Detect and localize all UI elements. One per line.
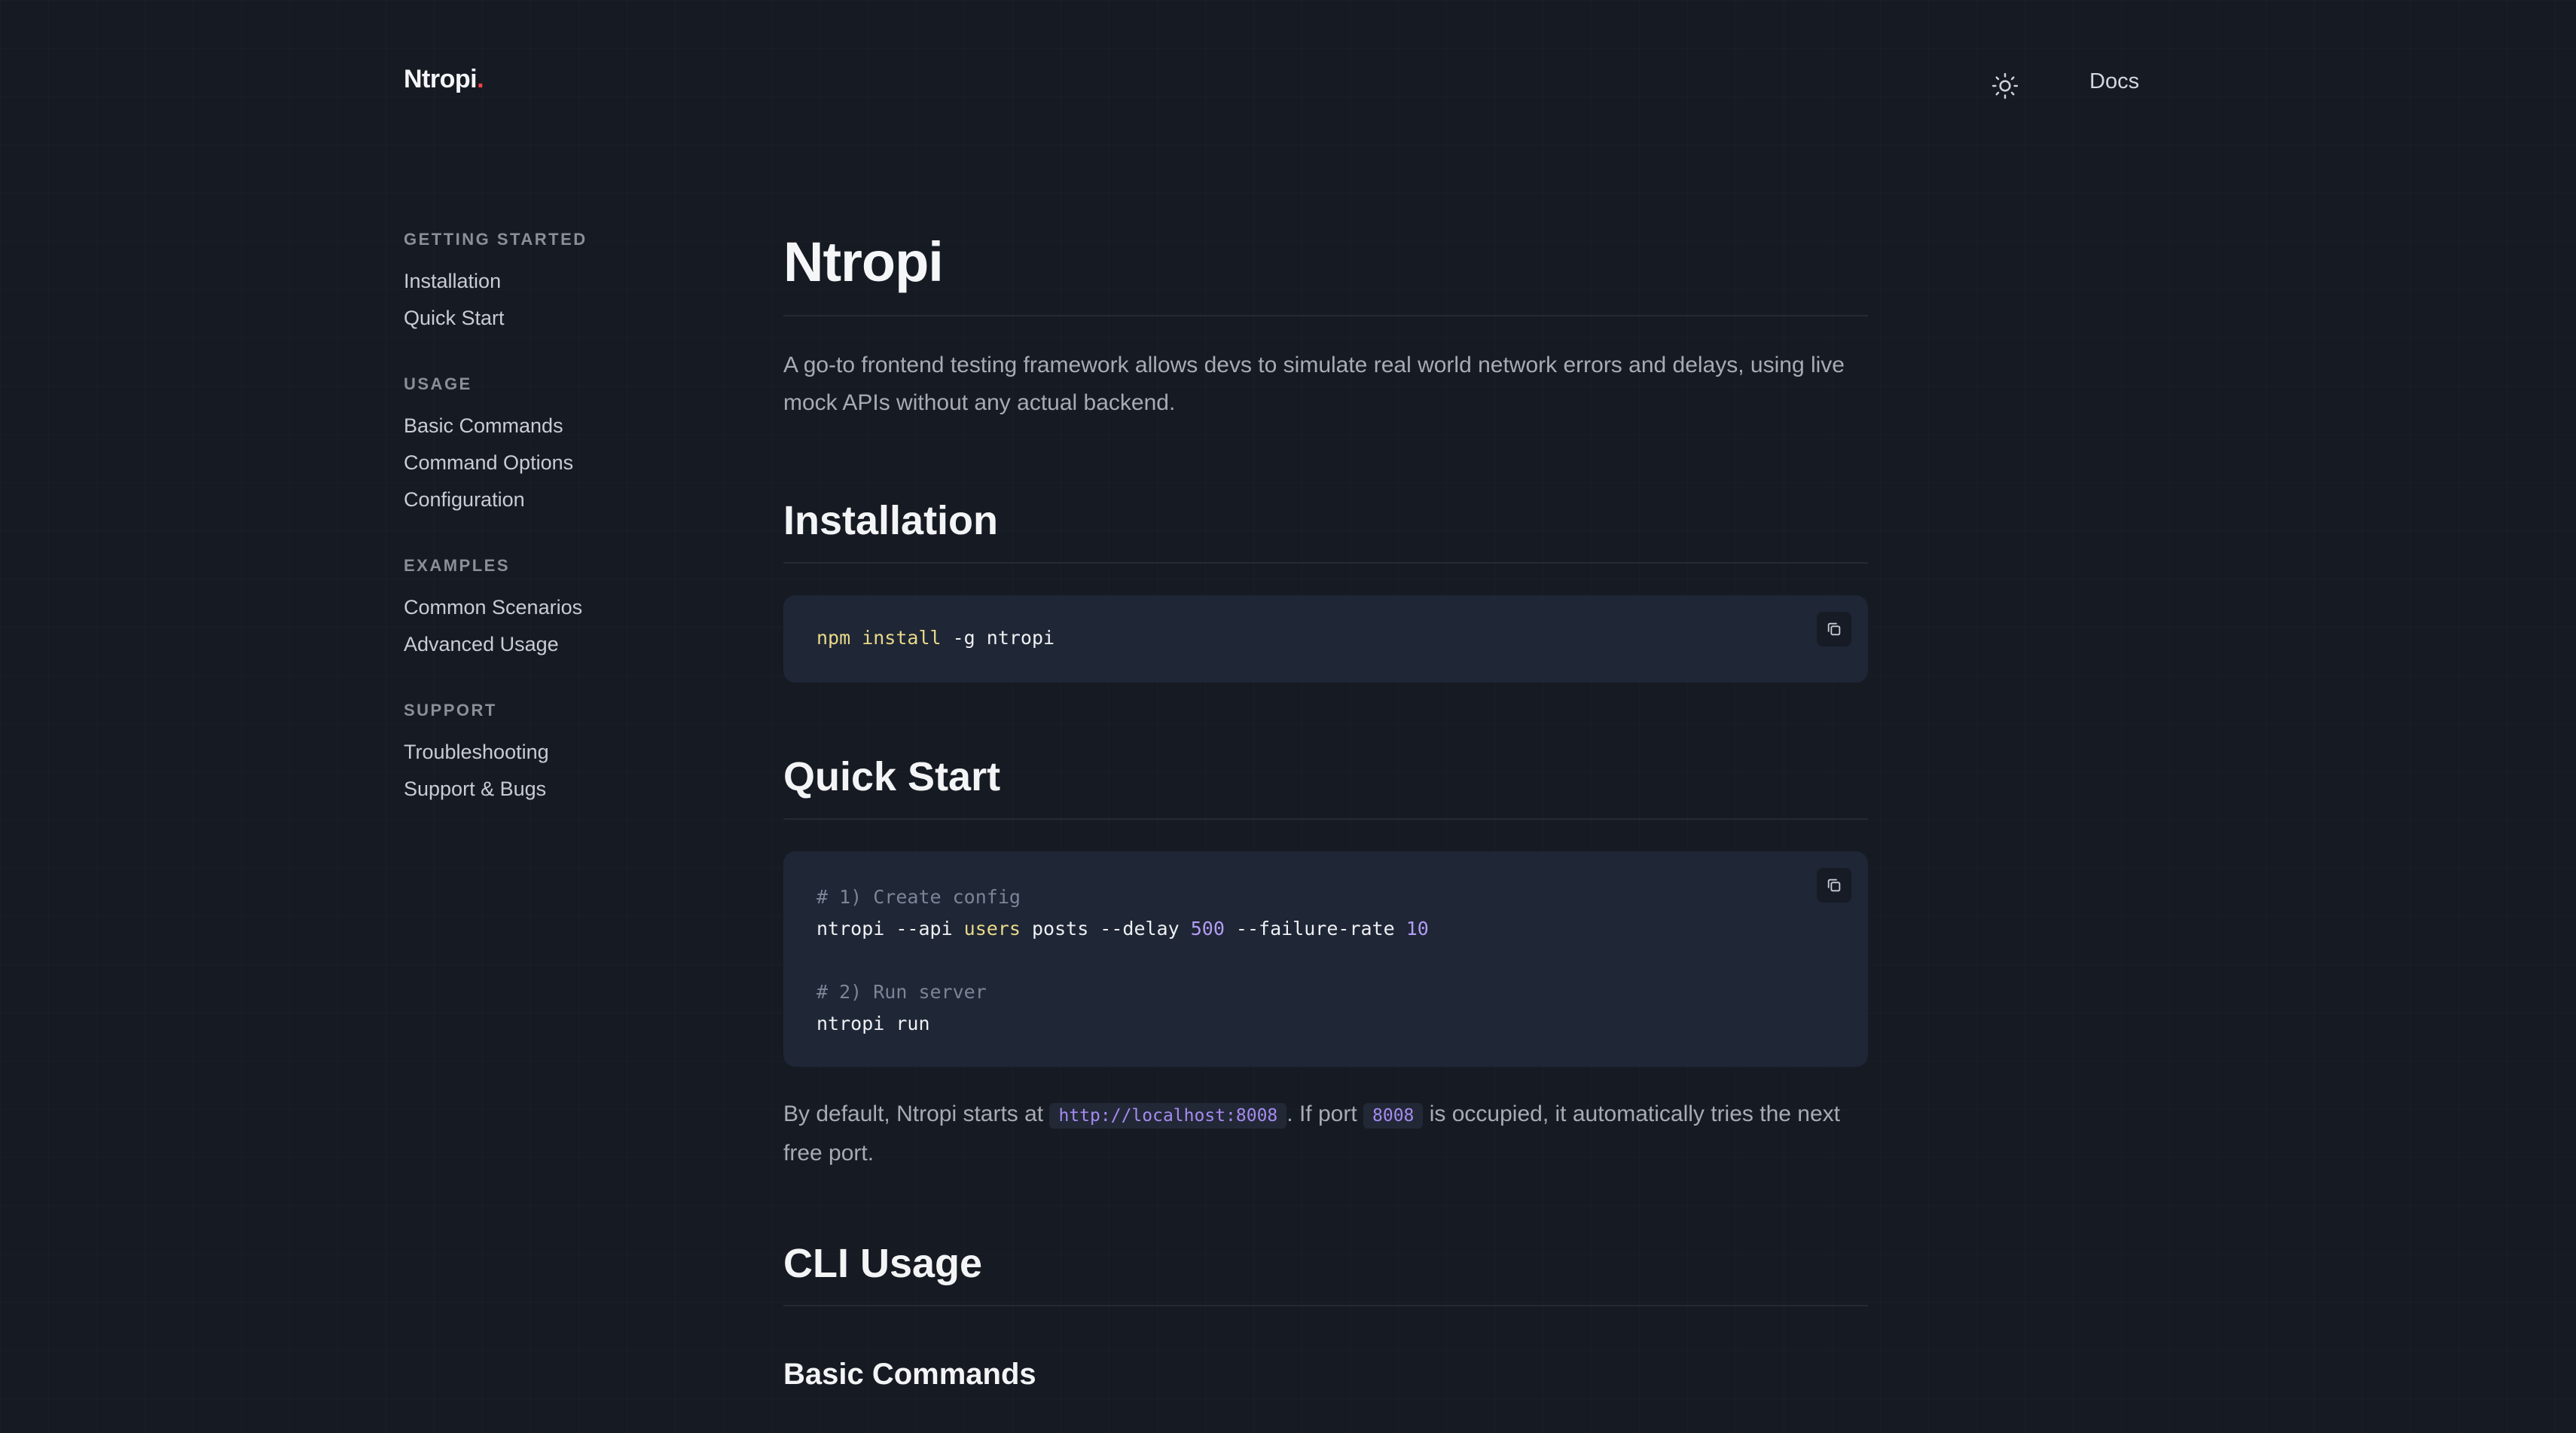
top-header: Ntropi. Docs — [0, 0, 2576, 166]
copy-button[interactable] — [1817, 868, 1851, 903]
code-token: 500 — [1190, 918, 1225, 940]
theme-toggle-button[interactable] — [1984, 65, 2026, 107]
code-token: ntropi --api — [816, 918, 964, 940]
logo-dot: . — [477, 65, 484, 93]
docs-nav-link[interactable]: Docs — [2089, 69, 2139, 94]
port-note: By default, Ntropi starts at http://loca… — [783, 1095, 1868, 1172]
nav-heading: SUPPORT — [404, 701, 497, 720]
sidebar-item-quick-start[interactable]: Quick Start — [404, 295, 720, 342]
code-command: npm install — [816, 627, 942, 649]
divider — [783, 1305, 1868, 1306]
nav-section-getting-started: GETTING STARTED Installation Quick Start — [404, 226, 720, 342]
code-line: ntropi --api users posts --delay 500 --f… — [816, 913, 1835, 945]
nav-heading: EXAMPLES — [404, 556, 511, 575]
divider — [783, 818, 1868, 820]
code-args: -g ntropi — [941, 627, 1055, 649]
code-comment: # 1) Create config — [816, 886, 1021, 908]
sidebar-item-support-bugs[interactable]: Support & Bugs — [404, 765, 720, 813]
cli-usage-heading: CLI Usage — [783, 1241, 983, 1286]
page-title: Ntropi — [783, 231, 944, 293]
copy-icon — [1827, 622, 1841, 636]
main-content: Ntropi A go-to frontend testing framewor… — [783, 226, 1868, 1395]
inline-code-url: http://localhost:8008 — [1049, 1103, 1287, 1129]
note-text: . If port — [1286, 1101, 1363, 1126]
nav-heading: GETTING STARTED — [404, 230, 588, 249]
quick-start-heading: Quick Start — [783, 754, 1001, 799]
code-line: ntropi run — [816, 1013, 930, 1034]
code-block-quick-start: # 1) Create config ntropi --api users po… — [783, 851, 1868, 1067]
nav-heading: USAGE — [404, 374, 472, 393]
note-text: By default, Ntropi starts at — [783, 1101, 1050, 1126]
inline-code-port: 8008 — [1363, 1103, 1424, 1129]
installation-heading: Installation — [783, 498, 999, 543]
code-comment: # 2) Run server — [816, 981, 987, 1003]
nav-section-examples: EXAMPLES Common Scenarios Advanced Usage — [404, 552, 720, 668]
copy-button[interactable] — [1817, 612, 1851, 646]
logo-text: Ntropi — [404, 65, 478, 93]
code-line: npm install -g ntropi — [816, 622, 1835, 654]
sun-icon — [1992, 72, 2019, 99]
logo[interactable]: Ntropi. — [404, 65, 484, 94]
code-token: posts --delay — [1020, 918, 1191, 940]
intro-paragraph: A go-to frontend testing framework allow… — [783, 353, 1845, 415]
code-token: 10 — [1406, 918, 1429, 940]
code-token: --failure-rate — [1224, 918, 1406, 940]
copy-icon — [1827, 878, 1841, 892]
sidebar-nav: GETTING STARTED Installation Quick Start… — [404, 226, 720, 842]
basic-commands-heading: Basic Commands — [783, 1358, 1036, 1391]
code-block-install: npm install -g ntropi — [783, 595, 1868, 683]
divider — [783, 562, 1868, 564]
code-token: users — [963, 918, 1021, 940]
nav-section-usage: USAGE Basic Commands Command Options Con… — [404, 371, 720, 524]
nav-section-support: SUPPORT Troubleshooting Support & Bugs — [404, 697, 720, 813]
divider — [783, 315, 1868, 316]
